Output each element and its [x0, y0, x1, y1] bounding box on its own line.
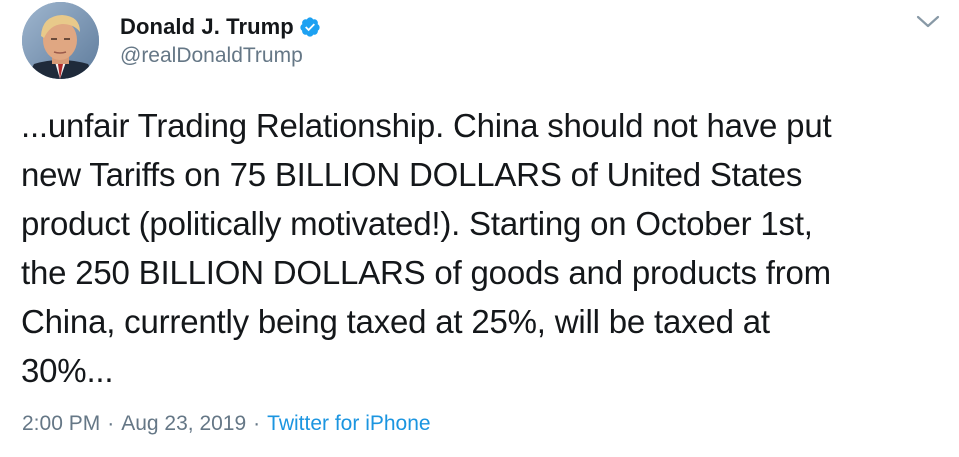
meta-separator: ·: [253, 412, 261, 435]
tweet-source-link[interactable]: Twitter for iPhone: [267, 412, 430, 436]
tweet-card: Donald J. Trump @realDonaldTrump ...unfa…: [0, 0, 959, 457]
tweet-time[interactable]: 2:00 PM: [22, 412, 100, 436]
chevron-down-icon[interactable]: [916, 14, 940, 30]
author-names: Donald J. Trump @realDonaldTrump: [120, 12, 321, 68]
tweet-text: ...unfair Trading Relationship. China sh…: [21, 107, 832, 389]
verified-badge-icon: [299, 16, 321, 38]
meta-separator: ·: [107, 412, 115, 435]
display-name-row: Donald J. Trump: [120, 12, 321, 42]
display-name[interactable]: Donald J. Trump: [120, 14, 294, 40]
avatar[interactable]: [22, 2, 99, 79]
tweet-date[interactable]: Aug 23, 2019: [121, 412, 246, 436]
tweet-meta: 2:00 PM · Aug 23, 2019 · Twitter for iPh…: [22, 412, 431, 436]
handle[interactable]: @realDonaldTrump: [120, 44, 321, 68]
avatar-image: [22, 2, 99, 79]
tweet-header: Donald J. Trump @realDonaldTrump: [22, 2, 940, 82]
